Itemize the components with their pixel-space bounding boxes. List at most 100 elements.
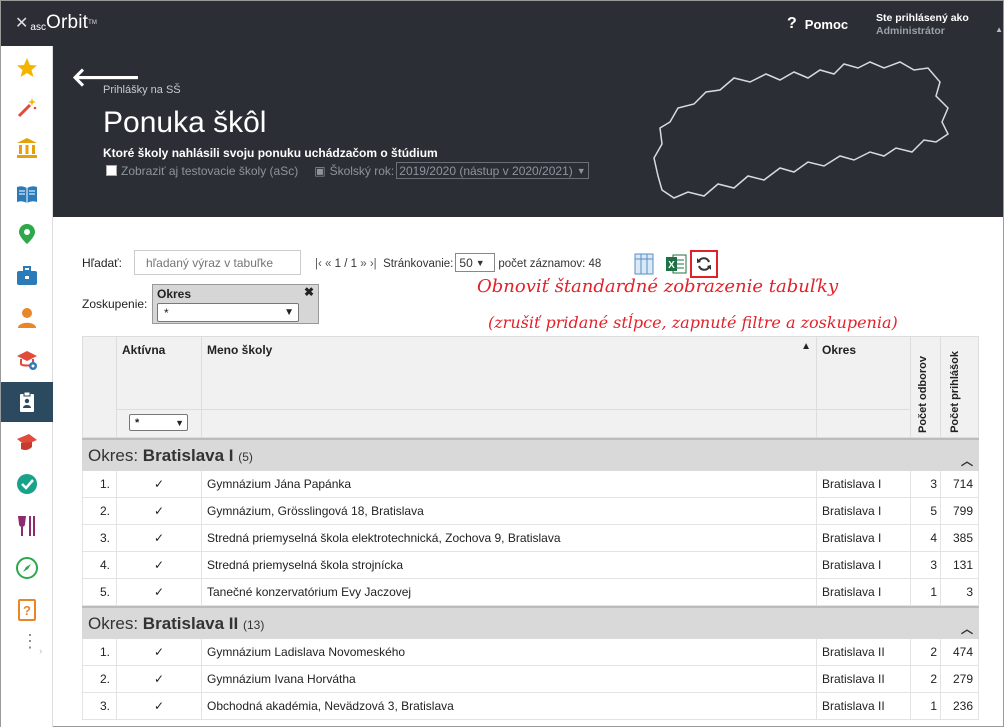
search-input[interactable] <box>134 250 301 275</box>
active-filter-select[interactable]: * ▼ <box>129 414 188 431</box>
svg-text:?: ? <box>23 603 31 618</box>
col-header-active[interactable]: Aktívna * ▼ <box>117 337 202 437</box>
school-name: Obchodná akadémia, Nevädzová 3, Bratisla… <box>202 693 817 719</box>
user-info[interactable]: Ste prihlásený ako Administrátor <box>876 12 969 38</box>
pager-first-button[interactable]: |‹ <box>315 258 322 270</box>
school-okres: Bratislava II <box>817 666 911 692</box>
group-row[interactable]: Okres: Bratislava II (13) ︿ <box>82 606 979 639</box>
paging-select[interactable]: 50 ▼ <box>455 253 496 272</box>
row-index: 3. <box>83 693 117 719</box>
grouping-label: Zoskupenie: <box>82 297 148 311</box>
row-index: 3. <box>83 525 117 551</box>
sidebar-item-briefcase[interactable] <box>1 256 53 296</box>
school-okres: Bratislava I <box>817 471 911 497</box>
user-logged-in-label: Ste prihlásený ako <box>876 12 969 24</box>
prihlasky-count: 474 <box>952 645 973 659</box>
logo-asc-text: asc <box>30 21 46 33</box>
excel-icon: X <box>666 254 687 274</box>
school-year-select[interactable]: 2019/2020 (nástup v 2020/2021) ▼ <box>396 162 589 179</box>
col-header-prihlasky[interactable]: Počet prihlášok <box>941 337 978 437</box>
collapse-icon[interactable]: ︿ <box>961 620 973 637</box>
page-subtitle: Ktoré školy nahlásili svoju ponuku uchád… <box>103 146 438 160</box>
sort-asc-icon[interactable]: ▲ <box>801 341 811 352</box>
odbory-count: 3 <box>911 552 941 578</box>
pager-prev-button[interactable]: « <box>325 258 331 270</box>
columns-icon <box>634 253 654 275</box>
table-row[interactable]: 5. ✓ Tanečné konzervatórium Evy Jaczovej… <box>82 579 979 606</box>
prihlasky-count: 3 <box>966 585 973 599</box>
school-name: Stredná priemyselná škola strojnícka <box>202 552 817 578</box>
asc-orbit-logo[interactable]: ✕ asc Orbit TM <box>15 12 97 34</box>
collapse-icon[interactable]: ︿ <box>961 452 973 469</box>
table-row[interactable]: 1. ✓ Gymnázium Jána Papánka Bratislava I… <box>82 471 979 498</box>
sidebar-item-dining[interactable] <box>1 506 53 546</box>
sidebar-item-location[interactable] <box>1 214 53 254</box>
question-book-icon: ? <box>18 599 36 621</box>
chevron-right-icon[interactable]: › <box>39 646 42 657</box>
export-excel-button[interactable]: X <box>665 253 687 275</box>
pager-last-button[interactable]: ›| <box>370 258 377 270</box>
book-icon <box>17 186 37 203</box>
star-icon <box>17 58 37 77</box>
col-header-okres[interactable]: Okres <box>817 337 911 437</box>
sidebar-item-graduation[interactable] <box>1 422 53 462</box>
columns-button[interactable] <box>633 253 655 275</box>
sidebar-item-applications[interactable] <box>1 382 53 422</box>
pager-next-button[interactable]: » <box>360 258 366 270</box>
prihlasky-count: 799 <box>952 504 973 518</box>
active-check: ✓ <box>117 498 202 524</box>
group-name: Bratislava I <box>142 446 234 465</box>
logo-orbit-text: Orbit <box>45 12 89 33</box>
grouping-box: Okres ✖ * ▼ <box>152 284 319 324</box>
sidebar-item-student[interactable] <box>1 298 53 338</box>
pager-pages: 1 / 1 <box>334 258 358 270</box>
annotation-line-2: (zrušiť pridané stĺpce, zapnuté filtre a… <box>488 313 898 332</box>
sidebar-item-school-settings[interactable] <box>1 340 53 380</box>
col-header-odbory[interactable]: Počet odborov <box>911 337 941 437</box>
school-name: Gymnázium Jána Papánka <box>202 471 817 497</box>
col-header-active-label: Aktívna <box>122 343 166 357</box>
close-icon[interactable]: ✖ <box>304 285 314 299</box>
prihlasky-count: 714 <box>952 477 973 491</box>
show-test-schools-checkbox[interactable] <box>106 165 117 176</box>
odbory-count: 5 <box>911 498 941 524</box>
sidebar-item-compass[interactable] <box>1 548 53 588</box>
col-header-index <box>83 337 117 437</box>
sidebar-item-wizard[interactable] <box>1 88 53 128</box>
logo-tm-text: TM <box>88 20 97 26</box>
school-name: Gymnázium, Grösslingová 18, Bratislava <box>202 498 817 524</box>
table-row[interactable]: 3. ✓ Stredná priemyselná škola elektrote… <box>82 525 979 552</box>
header-controls: Zobraziť aj testovacie školy (aSc) ▣ Ško… <box>106 162 589 179</box>
reset-table-button[interactable] <box>690 250 718 278</box>
chevron-down-icon: ▼ <box>475 257 485 268</box>
grouping-select[interactable]: * ▼ <box>157 303 299 322</box>
table-row[interactable]: 2. ✓ Gymnázium, Grösslingová 18, Bratisl… <box>82 498 979 525</box>
sidebar-item-approved[interactable] <box>1 464 53 504</box>
odbory-count: 2 <box>911 666 941 692</box>
school-year-value: 2019/2020 (nástup v 2020/2021) <box>399 163 573 178</box>
table-row[interactable]: 1. ✓ Gymnázium Ladislava Novomeského Bra… <box>82 639 979 666</box>
sidebar-item-institution[interactable] <box>1 128 53 168</box>
row-index: 1. <box>83 639 117 665</box>
group-name: Bratislava II <box>142 614 239 633</box>
school-gear-icon <box>17 351 37 370</box>
group-count: (5) <box>238 450 253 464</box>
col-header-name[interactable]: Meno školy ▲ <box>202 337 817 437</box>
refresh-icon <box>697 257 711 271</box>
sidebar-item-favorites[interactable] <box>1 48 53 88</box>
group-label: Okres: <box>88 446 139 465</box>
table-row[interactable]: 3. ✓ Obchodná akadémia, Nevädzová 3, Bra… <box>82 693 979 720</box>
group-row[interactable]: Okres: Bratislava I (5) ︿ <box>82 438 979 471</box>
sidebar-item-help-book[interactable]: ? <box>1 590 53 630</box>
chevron-down-icon: ▼ <box>576 165 586 176</box>
table-row[interactable]: 4. ✓ Stredná priemyselná škola strojníck… <box>82 552 979 579</box>
scroll-up-icon[interactable]: ▲ <box>995 25 1003 34</box>
breadcrumb[interactable]: Prihlášky na SŠ <box>103 84 181 96</box>
search-label: Hľadať: <box>82 256 123 270</box>
table-row[interactable]: 2. ✓ Gymnázium Ivana Horvátha Bratislava… <box>82 666 979 693</box>
map-pin-icon <box>19 224 35 244</box>
more-icon[interactable]: ⋮ <box>21 632 39 650</box>
help-button[interactable]: ? Pomoc <box>787 15 848 33</box>
sidebar-item-book[interactable] <box>1 174 53 214</box>
row-index: 5. <box>83 579 117 605</box>
